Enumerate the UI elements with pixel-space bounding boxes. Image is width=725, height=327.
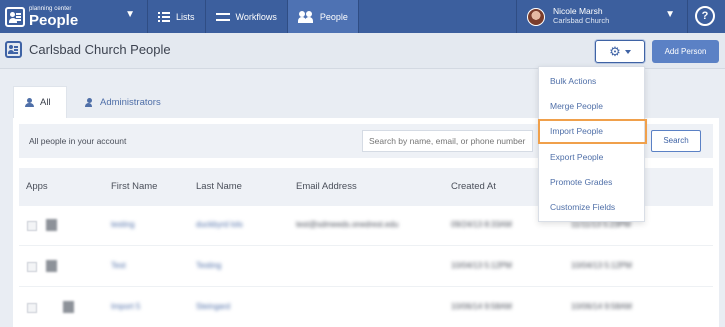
menu-item-customize-fields[interactable]: Customize Fields xyxy=(539,195,644,220)
workflows-icon xyxy=(215,12,230,22)
tab-label: Administrators xyxy=(100,96,161,108)
page-title: Carlsbad Church People xyxy=(29,42,171,57)
gear-icon: ⚙ xyxy=(609,44,621,59)
avatar xyxy=(527,7,545,26)
menu-item-export-people[interactable]: Export People xyxy=(539,145,644,170)
nav-tab-people[interactable]: People xyxy=(287,0,359,33)
search-scope-label: All people in your account xyxy=(29,136,127,146)
menu-item-import-people[interactable]: Import People xyxy=(538,119,647,144)
column-last-name[interactable]: Last Name xyxy=(196,181,242,192)
created-at-cell: 09/24/13 8:33AM xyxy=(451,220,512,229)
people-icon xyxy=(297,10,314,23)
menu-item-promote-grades[interactable]: Promote Grades xyxy=(539,170,644,195)
user-organization: Carlsbad Church xyxy=(553,16,610,26)
nav-tab-workflows[interactable]: Workflows xyxy=(206,0,288,33)
menu-item-bulk-actions[interactable]: Bulk Actions xyxy=(539,69,644,94)
created-at-cell: 10/04/13 5:12PM xyxy=(451,261,512,270)
settings-dropdown-button[interactable]: ⚙ xyxy=(595,40,645,63)
row-checkbox[interactable] xyxy=(27,221,37,231)
caret-down-icon xyxy=(624,49,631,54)
app-icon xyxy=(46,219,57,231)
email-cell: test@sdmeeds.onedrest.edu xyxy=(296,220,399,229)
app-icon xyxy=(63,301,74,313)
table-row[interactable]: Test Testing 10/04/13 5:12PM 10/04/13 5:… xyxy=(19,247,713,287)
column-apps[interactable]: Apps xyxy=(26,181,48,192)
last-name-link[interactable]: Steingard xyxy=(196,302,230,311)
column-created-at[interactable]: Created At xyxy=(451,181,496,192)
updated-at-cell: 10/06/14 9:58AM xyxy=(571,302,632,311)
brand-company: planning center xyxy=(29,5,72,12)
search-input[interactable] xyxy=(362,130,533,152)
nav-tab-label: Lists xyxy=(176,11,195,22)
column-email[interactable]: Email Address xyxy=(296,181,357,192)
first-name-link[interactable]: testing xyxy=(111,220,135,229)
person-icon xyxy=(25,98,34,107)
menu-item-merge-people[interactable]: Merge People xyxy=(539,94,644,119)
tab-all[interactable]: All xyxy=(13,86,67,118)
row-checkbox[interactable] xyxy=(27,262,37,272)
app-icon xyxy=(46,260,57,272)
nav-tab-label: Workflows xyxy=(235,11,277,22)
last-name-link[interactable]: duckbyrd lols xyxy=(196,220,243,229)
nav-tab-label: People xyxy=(319,11,348,22)
updated-at-cell: 10/04/13 5:12PM xyxy=(571,261,632,270)
people-app-logo-icon xyxy=(5,6,25,27)
row-checkbox[interactable] xyxy=(27,303,37,313)
last-name-link[interactable]: Testing xyxy=(196,261,221,270)
created-at-cell: 10/06/14 9:58AM xyxy=(451,302,512,311)
brand-app-name: People xyxy=(29,11,79,29)
list-icon xyxy=(158,11,170,22)
user-menu[interactable]: Nicole Marsh Carlsbad Church ▼ xyxy=(516,0,688,33)
nav-tab-lists[interactable]: Lists xyxy=(148,0,206,33)
admin-person-icon xyxy=(85,97,94,107)
first-name-link[interactable]: Test xyxy=(111,261,126,270)
column-first-name[interactable]: First Name xyxy=(111,181,157,192)
app-switcher[interactable]: planning center People ▼ xyxy=(0,0,148,33)
search-button[interactable]: Search xyxy=(651,130,701,152)
add-person-button[interactable]: Add Person xyxy=(652,40,719,63)
tab-administrators[interactable]: Administrators xyxy=(85,86,161,118)
settings-dropdown-menu: Bulk Actions Merge People Import People … xyxy=(538,66,647,222)
people-directory-icon xyxy=(5,41,22,58)
help-icon[interactable]: ? xyxy=(695,6,715,26)
table-row[interactable]: Import 5 Steingard 10/06/14 9:58AM 10/06… xyxy=(19,288,713,327)
tab-label: All xyxy=(40,97,51,108)
chevron-down-icon: ▼ xyxy=(665,9,675,20)
first-name-link[interactable]: Import 5 xyxy=(111,302,140,311)
chevron-down-icon: ▼ xyxy=(125,9,135,20)
